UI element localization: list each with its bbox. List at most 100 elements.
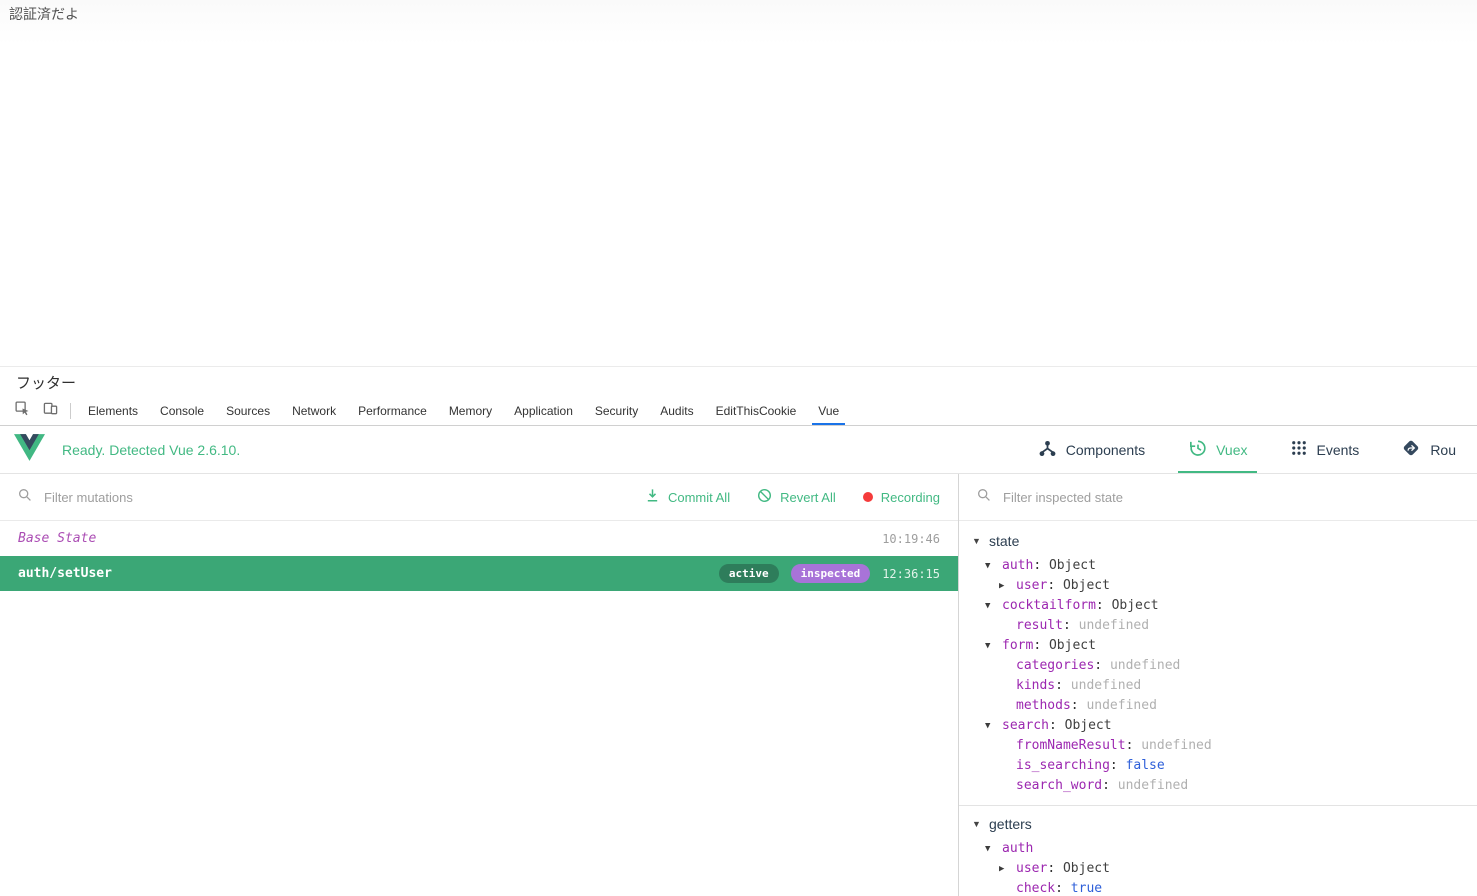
badge-inspected: inspected (791, 564, 871, 583)
mutation-row[interactable]: Base State 10:19:46 (0, 521, 958, 556)
search-icon (18, 488, 32, 507)
tree-node[interactable]: ▼search: Object (959, 716, 1477, 736)
vue-tab-components[interactable]: Components (1017, 426, 1166, 473)
tree-value: false (1126, 756, 1165, 776)
tree-colon: : (1063, 616, 1079, 636)
collapsed-arrow-icon: ▶ (999, 576, 1016, 596)
tree-value: Object (1063, 576, 1110, 596)
mutations-panel: Commit All Revert All Recording Base State… (0, 474, 959, 896)
section-divider (959, 805, 1477, 806)
vue-tabs: Components Vuex Events Rou (1017, 426, 1477, 473)
tree-key: auth (1002, 839, 1033, 859)
section-header-getters[interactable]: ▼getters (959, 809, 1477, 839)
mutation-list: Base State10:19:46auth/setUseractiveinsp… (0, 521, 958, 591)
vue-logo-icon (14, 434, 45, 466)
auth-status-text: 認証済だよ (9, 4, 79, 24)
tree-node[interactable]: ▼form: Object (959, 636, 1477, 656)
expanded-arrow-icon: ▼ (985, 839, 1002, 859)
tree-value: Object (1049, 636, 1096, 656)
devtools-tab-vue[interactable]: Vue (807, 397, 850, 425)
no-arrow (999, 879, 1016, 896)
action-label: Revert All (780, 490, 836, 505)
tree-colon: : (1047, 859, 1063, 879)
devtools-tab-console[interactable]: Console (149, 397, 215, 425)
tree-key: search (1002, 716, 1049, 736)
inspector-filter-input[interactable] (1003, 490, 1459, 505)
tree-colon: : (1110, 756, 1126, 776)
vue-tab-vuex[interactable]: Vuex (1166, 426, 1268, 473)
action-label: Commit All (668, 490, 730, 505)
collapsed-arrow-icon: ▶ (999, 859, 1016, 879)
tree-node[interactable]: ▶user: Object (959, 576, 1477, 596)
devtools-tab-sources[interactable]: Sources (215, 397, 281, 425)
vue-tab-rou[interactable]: Rou (1380, 426, 1477, 473)
mutations-filter-input[interactable] (44, 490, 606, 505)
tree-node[interactable]: fromNameResult: undefined (959, 736, 1477, 756)
device-toolbar-icon (43, 401, 58, 421)
devtools-tab-security[interactable]: Security (584, 397, 649, 425)
devtools-tab-audits[interactable]: Audits (649, 397, 704, 425)
tree-value: undefined (1118, 776, 1188, 796)
tree-colon: : (1055, 879, 1071, 896)
tree-node[interactable]: ▶user: Object (959, 859, 1477, 879)
tree-value: true (1071, 879, 1102, 896)
tree-value: Object (1112, 596, 1159, 616)
tree-key: search_word (1016, 776, 1102, 796)
tree-key: fromNameResult (1016, 736, 1126, 756)
tree-colon: : (1049, 716, 1065, 736)
action-label: Recording (881, 490, 940, 505)
tree-colon: : (1055, 676, 1071, 696)
revert-icon (757, 488, 772, 506)
section-title: state (989, 533, 1019, 549)
devtools-tab-application[interactable]: Application (503, 397, 584, 425)
vue-toolbar: Ready. Detected Vue 2.6.10. ComponentsVu… (0, 426, 1477, 474)
tree-node[interactable]: result: undefined (959, 616, 1477, 636)
vue-tab-label: Events (1317, 442, 1360, 458)
tree-node[interactable]: methods: undefined (959, 696, 1477, 716)
router-icon (1401, 438, 1421, 461)
tree-value: undefined (1071, 676, 1141, 696)
devtools-tab-performance[interactable]: Performance (347, 397, 438, 425)
section-header-state[interactable]: ▼state (959, 526, 1477, 556)
commit-icon (645, 488, 660, 506)
tree-value: Object (1065, 716, 1112, 736)
mutation-time: 12:36:15 (882, 567, 940, 581)
tree-node[interactable]: ▼auth: Object (959, 556, 1477, 576)
search-icon (977, 488, 991, 507)
recording-button[interactable]: Recording (863, 490, 940, 505)
revert-all-button[interactable]: Revert All (757, 488, 836, 506)
section-title: getters (989, 816, 1032, 832)
tree-colon: : (1071, 696, 1087, 716)
expanded-arrow-icon: ▼ (985, 596, 1002, 616)
vue-tab-label: Vuex (1216, 442, 1247, 458)
vue-tab-label: Rou (1430, 442, 1456, 458)
inspect-element-button[interactable] (8, 397, 36, 425)
mutation-time: 10:19:46 (882, 532, 940, 546)
devtools-tab-elements[interactable]: Elements (77, 397, 149, 425)
devtools-tab-memory[interactable]: Memory (438, 397, 503, 425)
tree-key: check (1016, 879, 1055, 896)
devtools-tab-network[interactable]: Network (281, 397, 347, 425)
tree-node[interactable]: check: true (959, 879, 1477, 896)
devtools-tab-editthiscookie[interactable]: EditThisCookie (705, 397, 808, 425)
tree-node[interactable]: kinds: undefined (959, 676, 1477, 696)
vue-tab-events[interactable]: Events (1269, 426, 1381, 473)
no-arrow (999, 776, 1016, 796)
tree-key: result (1016, 616, 1063, 636)
tree-value: undefined (1079, 616, 1149, 636)
mutation-row[interactable]: auth/setUseractiveinspected12:36:15 (0, 556, 958, 591)
devtools-tabbar: ElementsConsoleSourcesNetworkPerformance… (0, 397, 1477, 426)
tree-node[interactable]: categories: undefined (959, 656, 1477, 676)
tree-node[interactable]: ▼cocktailform: Object (959, 596, 1477, 616)
tree-node[interactable]: is_searching: false (959, 756, 1477, 776)
page-footer: フッター (0, 366, 1477, 397)
tree-key: methods (1016, 696, 1071, 716)
web-page-area: 認証済だよ (0, 0, 1477, 366)
state-tree: ▼state▼auth: Object▶user: Object▼cocktai… (959, 521, 1477, 896)
tree-node[interactable]: search_word: undefined (959, 776, 1477, 796)
commit-all-button[interactable]: Commit All (645, 488, 730, 506)
mutation-label: Base State (18, 531, 96, 546)
inspector-toolbar (959, 474, 1477, 521)
tree-node[interactable]: ▼auth (959, 839, 1477, 859)
device-toolbar-button[interactable] (36, 397, 64, 425)
